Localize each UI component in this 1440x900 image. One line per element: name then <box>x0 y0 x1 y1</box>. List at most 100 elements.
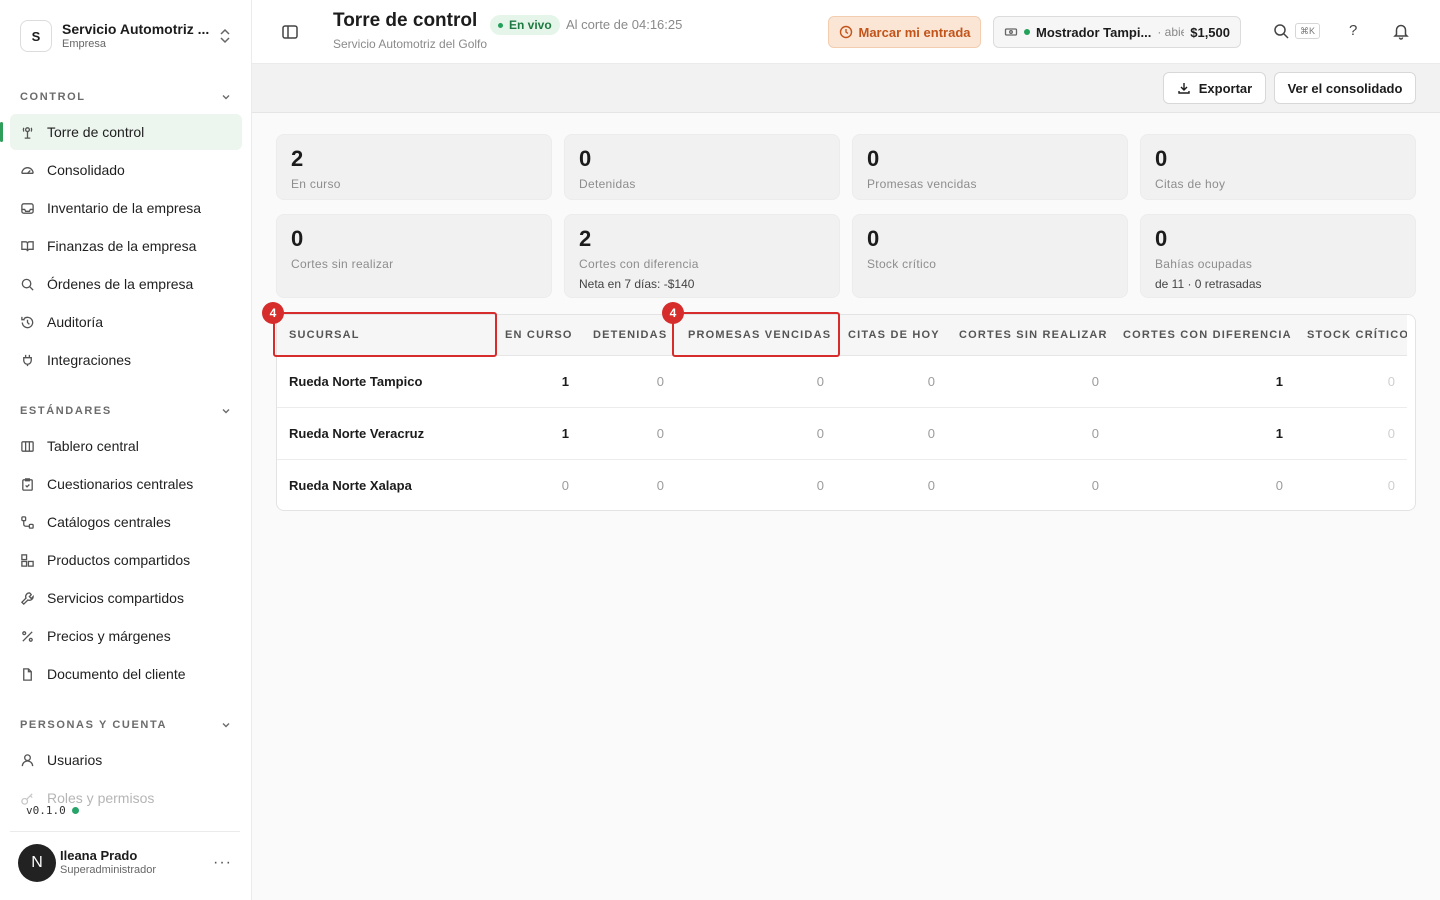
branch-name[interactable]: Rueda Norte Tampico <box>277 355 493 408</box>
sidebar-item-usuarios[interactable]: Usuarios <box>10 742 242 778</box>
sidebar: S Servicio Automotriz ... Empresa CONTRO… <box>0 0 252 900</box>
stat-card: 0 Stock crítico <box>852 214 1128 298</box>
section-estandares[interactable]: ESTÁNDARES <box>10 396 242 426</box>
table-cell: 0 <box>581 355 676 408</box>
table-cell: 0 <box>676 407 836 460</box>
more-icon[interactable]: ··· <box>213 854 232 872</box>
table-cell: 0 <box>1387 477 1395 493</box>
table-cell: 1 <box>493 407 581 460</box>
check-in-button[interactable]: Marcar mi entrada <box>828 16 981 48</box>
view-consolidated-button[interactable]: Ver el consolidado <box>1274 72 1416 104</box>
stat-card: 0 Citas de hoy <box>1140 134 1416 200</box>
history-icon <box>21 316 34 328</box>
sidebar-item-finanzas[interactable]: Finanzas de la empresa <box>10 228 242 264</box>
highlight-box <box>273 312 497 357</box>
plug-icon <box>23 354 32 366</box>
sidebar-toggle-icon[interactable] <box>280 22 300 42</box>
topbar: Torre de control En vivo Al corte de 04:… <box>252 0 1440 64</box>
table-cell: 0 <box>1091 477 1099 493</box>
sidebar-item-auditoria[interactable]: Auditoría <box>10 304 242 340</box>
download-icon <box>1178 83 1190 94</box>
sidebar-item-productos[interactable]: Productos compartidos <box>10 542 242 578</box>
sidebar-item-inventario[interactable]: Inventario de la empresa <box>10 190 242 226</box>
shortcut-hint: ⌘K <box>1295 23 1321 39</box>
section-control[interactable]: CONTROL <box>10 82 242 112</box>
table-cell: 0 <box>1295 355 1407 408</box>
sidebar-item-integraciones[interactable]: Integraciones <box>10 342 242 378</box>
column-header[interactable]: DETENIDAS <box>581 315 676 356</box>
annotation-badge: 4 <box>262 302 284 324</box>
status-dot <box>71 807 79 814</box>
table-cell: 0 <box>947 355 1111 408</box>
table-cell: 0 <box>1295 407 1407 460</box>
sidebar-item-precios[interactable]: Precios y márgenes <box>10 618 242 654</box>
table-cell: 0 <box>836 355 947 408</box>
column-header[interactable]: CORTES SIN REALIZAR <box>947 315 1111 356</box>
branch-name[interactable]: Rueda Norte Xalapa <box>277 459 493 510</box>
table-cell: 1 <box>1111 355 1295 408</box>
org-type: Empresa <box>62 37 107 50</box>
table-row[interactable]: Rueda Norte Tampico 1 0 0 0 0 1 0 <box>277 355 1407 408</box>
chevron-down-icon <box>222 409 230 414</box>
branch-name[interactable]: Rueda Norte Veracruz <box>277 407 493 460</box>
user-role: Superadministrador <box>60 863 156 876</box>
banknote-icon <box>1004 28 1018 36</box>
org-name: Servicio Automotriz ... <box>62 21 210 37</box>
sidebar-nav: CONTROL Torre de control Consolidado Inv… <box>0 82 242 818</box>
table-cell: 0 <box>1275 477 1283 493</box>
sidebar-item-torre-de-control[interactable]: Torre de control <box>0 114 242 150</box>
table-cell: 0 <box>656 477 664 493</box>
export-button[interactable]: Exportar <box>1163 72 1266 104</box>
user-name: Ileana Prado <box>60 847 138 863</box>
org-switcher[interactable]: S Servicio Automotriz ... Empresa <box>10 12 242 60</box>
table-cell: 0 <box>676 355 836 408</box>
user-icon <box>21 753 34 766</box>
user-menu[interactable]: N Ileana Prado Superadministrador ··· <box>10 831 240 893</box>
page-title: Torre de control <box>333 10 478 31</box>
table-cell: 0 <box>836 407 947 460</box>
table-cell: 0 <box>947 407 1111 460</box>
percent-icon <box>22 630 33 642</box>
section-personas[interactable]: PERSONAS Y CUENTA <box>10 710 242 740</box>
action-bar: Exportar Ver el consolidado <box>252 64 1440 113</box>
sidebar-item-ordenes[interactable]: Órdenes de la empresa <box>10 266 242 302</box>
tower-icon <box>22 126 33 139</box>
stat-card: 2 Cortes con diferencia Neta en 7 días: … <box>564 214 840 298</box>
workflow-icon <box>21 515 34 529</box>
register-amount: $1,500 <box>1190 24 1230 40</box>
column-header[interactable]: CORTES CON DIFERENCIA <box>1111 315 1295 356</box>
bell-icon[interactable] <box>1392 22 1410 40</box>
sidebar-item-cuestionarios[interactable]: Cuestionarios centrales <box>10 466 242 502</box>
cash-register-selector[interactable]: Mostrador Tampi... · abierta $1,500 <box>993 16 1241 48</box>
sidebar-item-servicios[interactable]: Servicios compartidos <box>10 580 242 616</box>
column-header[interactable]: CITAS DE HOY <box>836 315 947 356</box>
boxes-icon <box>21 553 34 567</box>
stat-card: 0 Cortes sin realizar <box>276 214 552 298</box>
sidebar-item-consolidado[interactable]: Consolidado <box>10 152 242 188</box>
register-state: · abierta <box>1157 25 1184 39</box>
highlight-box <box>672 312 840 357</box>
stat-card: 0 Detenidas <box>564 134 840 200</box>
table-cell: 1 <box>1111 407 1295 460</box>
annotation-badge: 4 <box>662 302 684 324</box>
book-open-icon <box>21 240 34 251</box>
org-avatar: S <box>20 20 52 52</box>
table-row[interactable]: Rueda Norte Xalapa 0 0 0 0 0 0 0 <box>277 459 1407 510</box>
sidebar-item-documento[interactable]: Documento del cliente <box>10 656 242 692</box>
search-icon[interactable] <box>1272 22 1290 40</box>
sidebar-item-catalogos[interactable]: Catálogos centrales <box>10 504 242 540</box>
sidebar-item-tablero-central[interactable]: Tablero central <box>10 428 242 464</box>
file-icon <box>23 667 32 681</box>
status-dot <box>1024 29 1030 35</box>
inbox-icon <box>21 202 34 214</box>
table-row[interactable]: Rueda Norte Veracruz 1 0 0 0 0 1 0 <box>277 407 1407 460</box>
column-header[interactable]: EN CURSO <box>493 315 581 356</box>
search-icon <box>21 278 34 291</box>
chevron-down-icon <box>222 723 230 728</box>
gauge-icon <box>21 166 34 174</box>
table-cell: 0 <box>816 477 824 493</box>
help-icon[interactable]: ? <box>1349 22 1357 39</box>
app-version: v0.1.0 <box>26 804 79 817</box>
main-content: Exportar Ver el consolidado 2 En curso 0… <box>252 64 1440 900</box>
column-header[interactable]: STOCK CRÍTICO <box>1295 315 1407 356</box>
